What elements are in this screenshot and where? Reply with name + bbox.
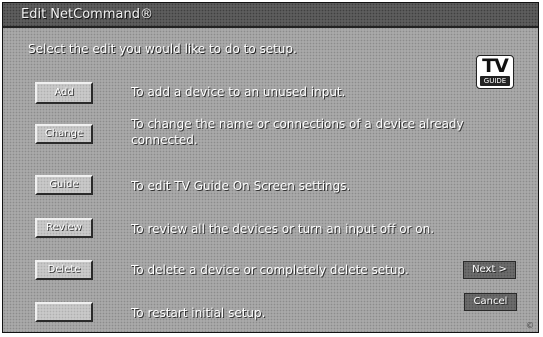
review-button[interactable]: Review: [35, 218, 93, 238]
add-description: To add a device to an unused input.: [131, 85, 346, 99]
guide-description: To edit TV Guide On Screen settings.: [131, 179, 351, 193]
instruction-text: Select the edit you would like to do to …: [28, 42, 297, 56]
title-bar: Edit NetCommand®: [3, 3, 538, 28]
restart-description: To restart initial setup.: [131, 306, 266, 320]
restart-setup-button[interactable]: [35, 302, 93, 322]
cancel-button[interactable]: Cancel: [464, 293, 517, 311]
tv-guide-logo: TV GUIDE: [476, 55, 514, 89]
logo-guide-text: GUIDE: [480, 76, 510, 86]
logo-tv-text: TV: [482, 55, 509, 77]
guide-button[interactable]: Guide: [35, 175, 93, 195]
window-title: Edit NetCommand®: [21, 7, 153, 22]
delete-button[interactable]: Delete: [35, 260, 93, 280]
next-button[interactable]: Next >: [463, 261, 516, 279]
review-description: To review all the devices or turn an inp…: [131, 222, 435, 236]
change-description: To change the name or connections of a d…: [131, 117, 464, 147]
copyright-mark: ©: [526, 321, 534, 330]
netcommand-edit-screen: Edit NetCommand® Select the edit you wou…: [2, 2, 539, 333]
delete-description: To delete a device or completely delete …: [131, 263, 409, 277]
change-button[interactable]: Change: [35, 124, 93, 144]
add-button[interactable]: Add: [35, 82, 93, 104]
